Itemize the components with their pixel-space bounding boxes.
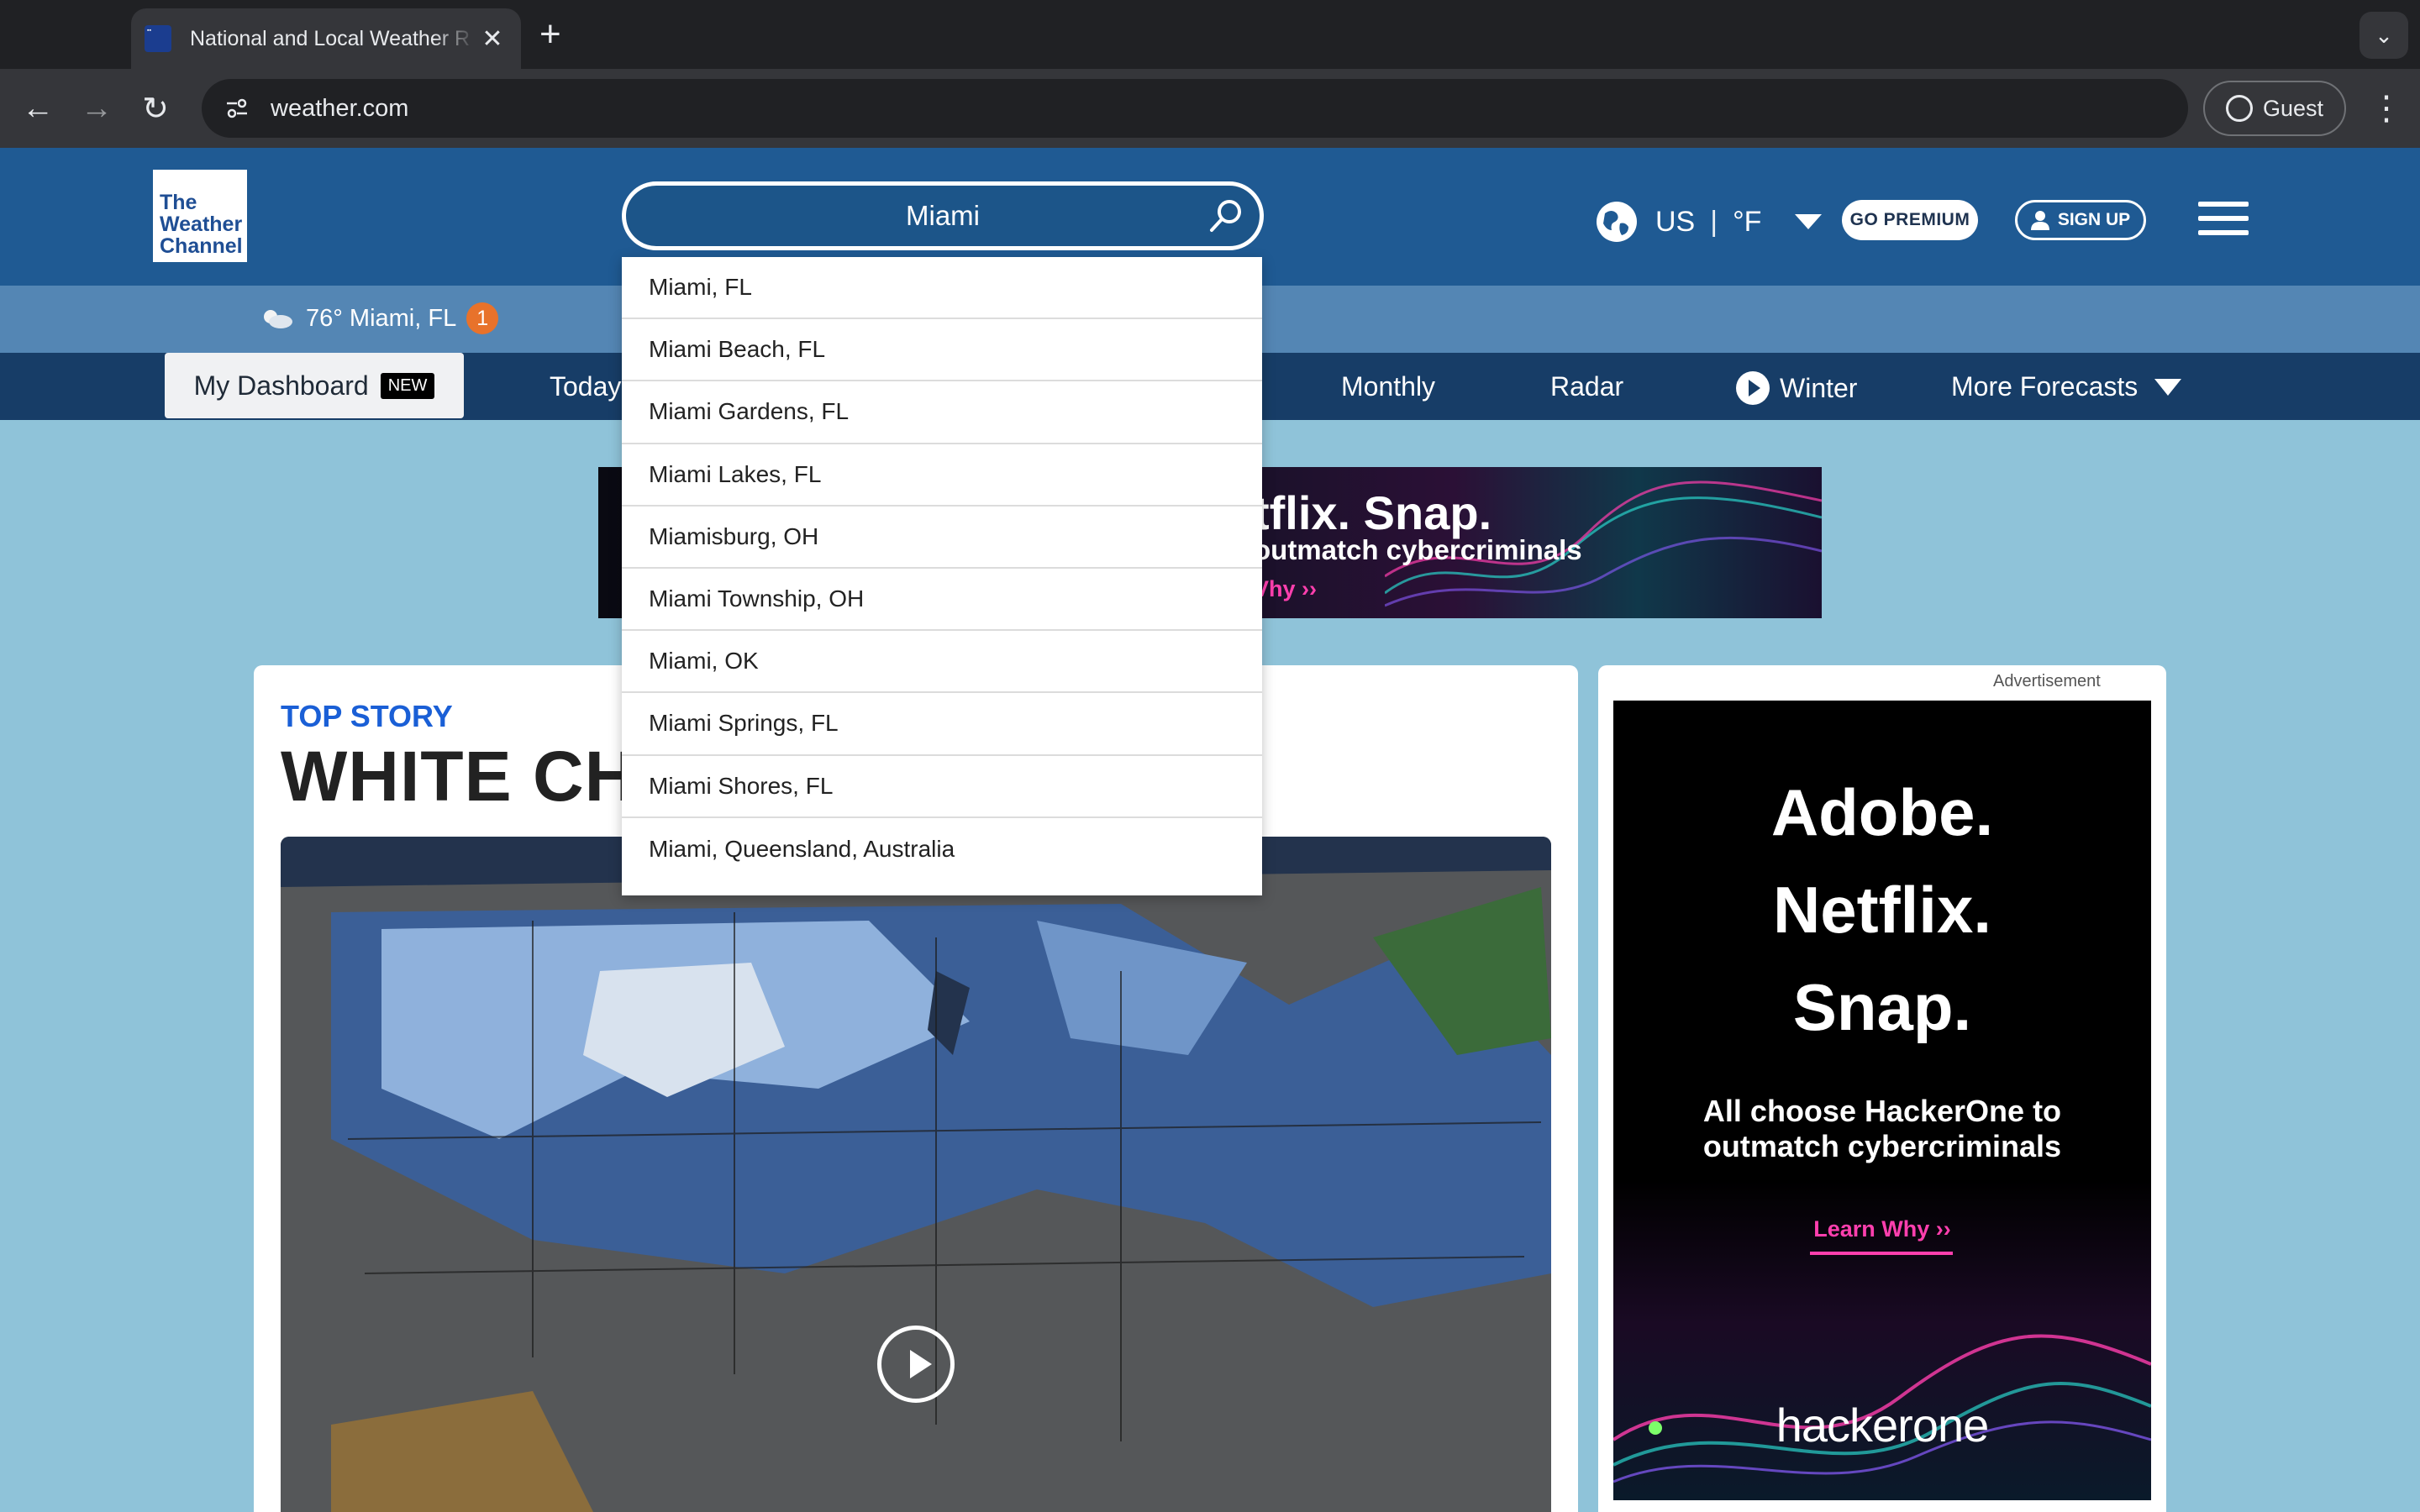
- user-icon: [2030, 211, 2049, 230]
- logo-line-2: Weather: [160, 213, 243, 236]
- banner-subline: outmatch cybercriminals: [1254, 534, 1582, 565]
- play-icon: [1736, 371, 1770, 405]
- dashboard-label: My Dashboard: [193, 370, 369, 401]
- nav-item-more-forecasts[interactable]: More Forecasts: [1951, 371, 2182, 402]
- partly-cloudy-icon: [264, 310, 292, 328]
- autocomplete-item[interactable]: Miami, Queensland, Australia: [622, 818, 1262, 880]
- us-snow-map: [281, 837, 1551, 1512]
- advertisement-label: Advertisement: [1993, 672, 2101, 690]
- alert-badge[interactable]: 1: [466, 302, 499, 334]
- chevron-down-icon: [1795, 214, 1823, 229]
- browser-toolbar: ← → ↻ weather.com Guest ⋮: [0, 69, 2420, 148]
- ad-brand-netflix: Netflix.: [1772, 873, 1992, 947]
- globe-icon: [1597, 202, 1637, 242]
- locale-selector[interactable]: US | °F: [1597, 202, 1823, 242]
- ad-wave-graphic: [1613, 1334, 2151, 1483]
- my-dashboard-button[interactable]: My Dashboard NEW: [165, 353, 464, 418]
- locale-country: US: [1655, 205, 1696, 238]
- ad-cta-underline: [1810, 1252, 1953, 1255]
- top-story-headline[interactable]: WHITE CHI: [281, 736, 634, 817]
- search-icon[interactable]: [1207, 197, 1244, 234]
- search-input[interactable]: [708, 200, 1178, 232]
- tab-search-button[interactable]: ⌄: [2360, 12, 2408, 59]
- current-conditions[interactable]: 76° Miami, FL 1: [260, 302, 499, 334]
- location-search[interactable]: [622, 181, 1264, 250]
- tab-close-icon[interactable]: ✕: [477, 24, 508, 54]
- autocomplete-item[interactable]: Miami, OK: [622, 631, 1262, 694]
- ad-brand-adobe: Adobe.: [1770, 775, 1994, 849]
- autocomplete-item[interactable]: Miami Lakes, FL: [622, 444, 1262, 507]
- go-premium-button[interactable]: GO PREMIUM: [1842, 200, 1978, 240]
- side-ad-card: Advertisement Adobe. Netflix. Snap. All …: [1598, 665, 2166, 1512]
- autocomplete-item[interactable]: Miami Shores, FL: [622, 756, 1262, 818]
- logo-line-3: Channel: [160, 234, 243, 258]
- play-video-button[interactable]: [877, 1326, 955, 1403]
- nav-item-winter[interactable]: Winter: [1736, 371, 1857, 405]
- back-button[interactable]: ←: [15, 86, 60, 131]
- profile-label: Guest: [2262, 95, 2324, 121]
- ad-copy: All choose HackerOne to outmatch cybercr…: [1702, 1094, 2062, 1163]
- top-story-label: TOP STORY: [281, 699, 453, 733]
- nav-item-today[interactable]: Today: [550, 371, 621, 402]
- browser-tab[interactable]: ▪▪ National and Local Weather R ✕: [131, 8, 521, 69]
- site-info-icon[interactable]: [218, 90, 255, 127]
- hackerone-logo: hackerone: [1776, 1399, 1990, 1452]
- nav-item-winter-label: Winter: [1780, 372, 1858, 403]
- current-temp: 76°: [306, 304, 343, 332]
- current-location: Miami, FL: [349, 304, 457, 332]
- new-tab-button[interactable]: +: [539, 13, 561, 55]
- forward-button[interactable]: →: [74, 86, 119, 131]
- reload-button[interactable]: ↻: [133, 86, 178, 131]
- autocomplete-item[interactable]: Miami Springs, FL: [622, 693, 1262, 756]
- profile-button[interactable]: Guest: [2203, 81, 2346, 136]
- new-badge: NEW: [380, 372, 435, 399]
- browser-tabbar: ▪▪ National and Local Weather R ✕ + ⌄: [0, 0, 2420, 69]
- sign-up-button[interactable]: SIGN UP: [2015, 200, 2146, 240]
- nav-item-monthly[interactable]: Monthly: [1341, 371, 1435, 402]
- weather-channel-logo[interactable]: The Weather Channel: [153, 170, 247, 262]
- ad-brand-snap: Snap.: [1792, 970, 1972, 1044]
- url-text: weather.com: [271, 94, 409, 122]
- weather-channel-favicon-icon: ▪▪: [145, 25, 171, 52]
- autocomplete-item[interactable]: Miami Beach, FL: [622, 319, 1262, 382]
- locale-separator: |: [1710, 205, 1718, 238]
- caret-down-icon: [2154, 378, 2182, 396]
- search-autocomplete: Miami, FL Miami Beach, FL Miami Gardens,…: [622, 257, 1262, 895]
- locale-unit: °F: [1733, 205, 1762, 238]
- ad-learn-why-link[interactable]: Learn Why ››: [1613, 1216, 2151, 1242]
- hackerone-ad[interactable]: Adobe. Netflix. Snap. All choose HackerO…: [1613, 701, 2151, 1500]
- autocomplete-item[interactable]: Miami Township, OH: [622, 569, 1262, 632]
- autocomplete-item[interactable]: Miami, FL: [622, 257, 1262, 320]
- autocomplete-item[interactable]: Miamisburg, OH: [622, 507, 1262, 569]
- profile-icon: [2225, 95, 2253, 122]
- top-story-video-thumbnail[interactable]: [281, 837, 1551, 1512]
- autocomplete-item[interactable]: Miami Gardens, FL: [622, 381, 1262, 444]
- nav-item-more-label: More Forecasts: [1951, 371, 2139, 402]
- tab-title: National and Local Weather R: [190, 26, 471, 50]
- nav-item-radar[interactable]: Radar: [1550, 371, 1623, 402]
- logo-line-1: The: [160, 191, 197, 214]
- banner-headline: tflix. Snap.: [1254, 486, 1492, 539]
- browser-menu-icon[interactable]: ⋮: [2370, 87, 2403, 129]
- hamburger-icon[interactable]: [2198, 202, 2249, 235]
- sign-up-label: SIGN UP: [2057, 210, 2131, 229]
- address-bar[interactable]: weather.com: [202, 79, 2188, 138]
- banner-cta[interactable]: Vhy ››: [1254, 576, 1317, 602]
